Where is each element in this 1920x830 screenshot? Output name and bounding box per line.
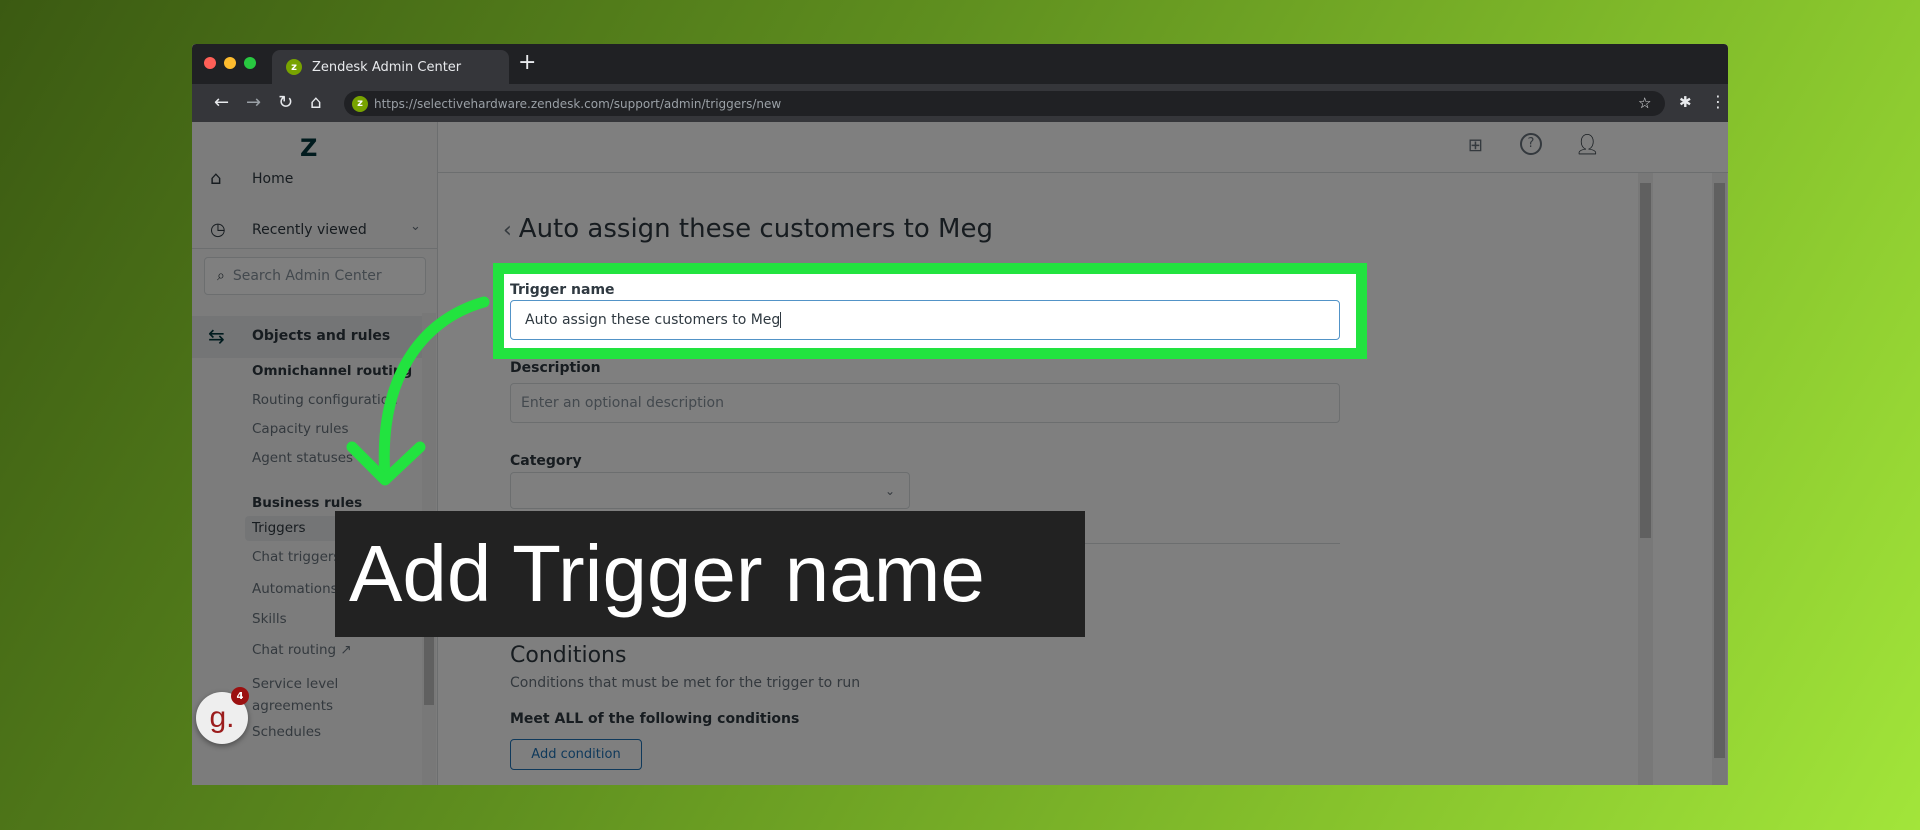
arrow-curve	[378, 296, 490, 484]
caption-banner: Add Trigger name	[335, 511, 1085, 637]
notification-badge: 4	[231, 687, 249, 705]
annotation-arrow	[346, 296, 490, 486]
widget-logo: g.	[209, 701, 235, 734]
caption-text: Add Trigger name	[349, 529, 985, 618]
